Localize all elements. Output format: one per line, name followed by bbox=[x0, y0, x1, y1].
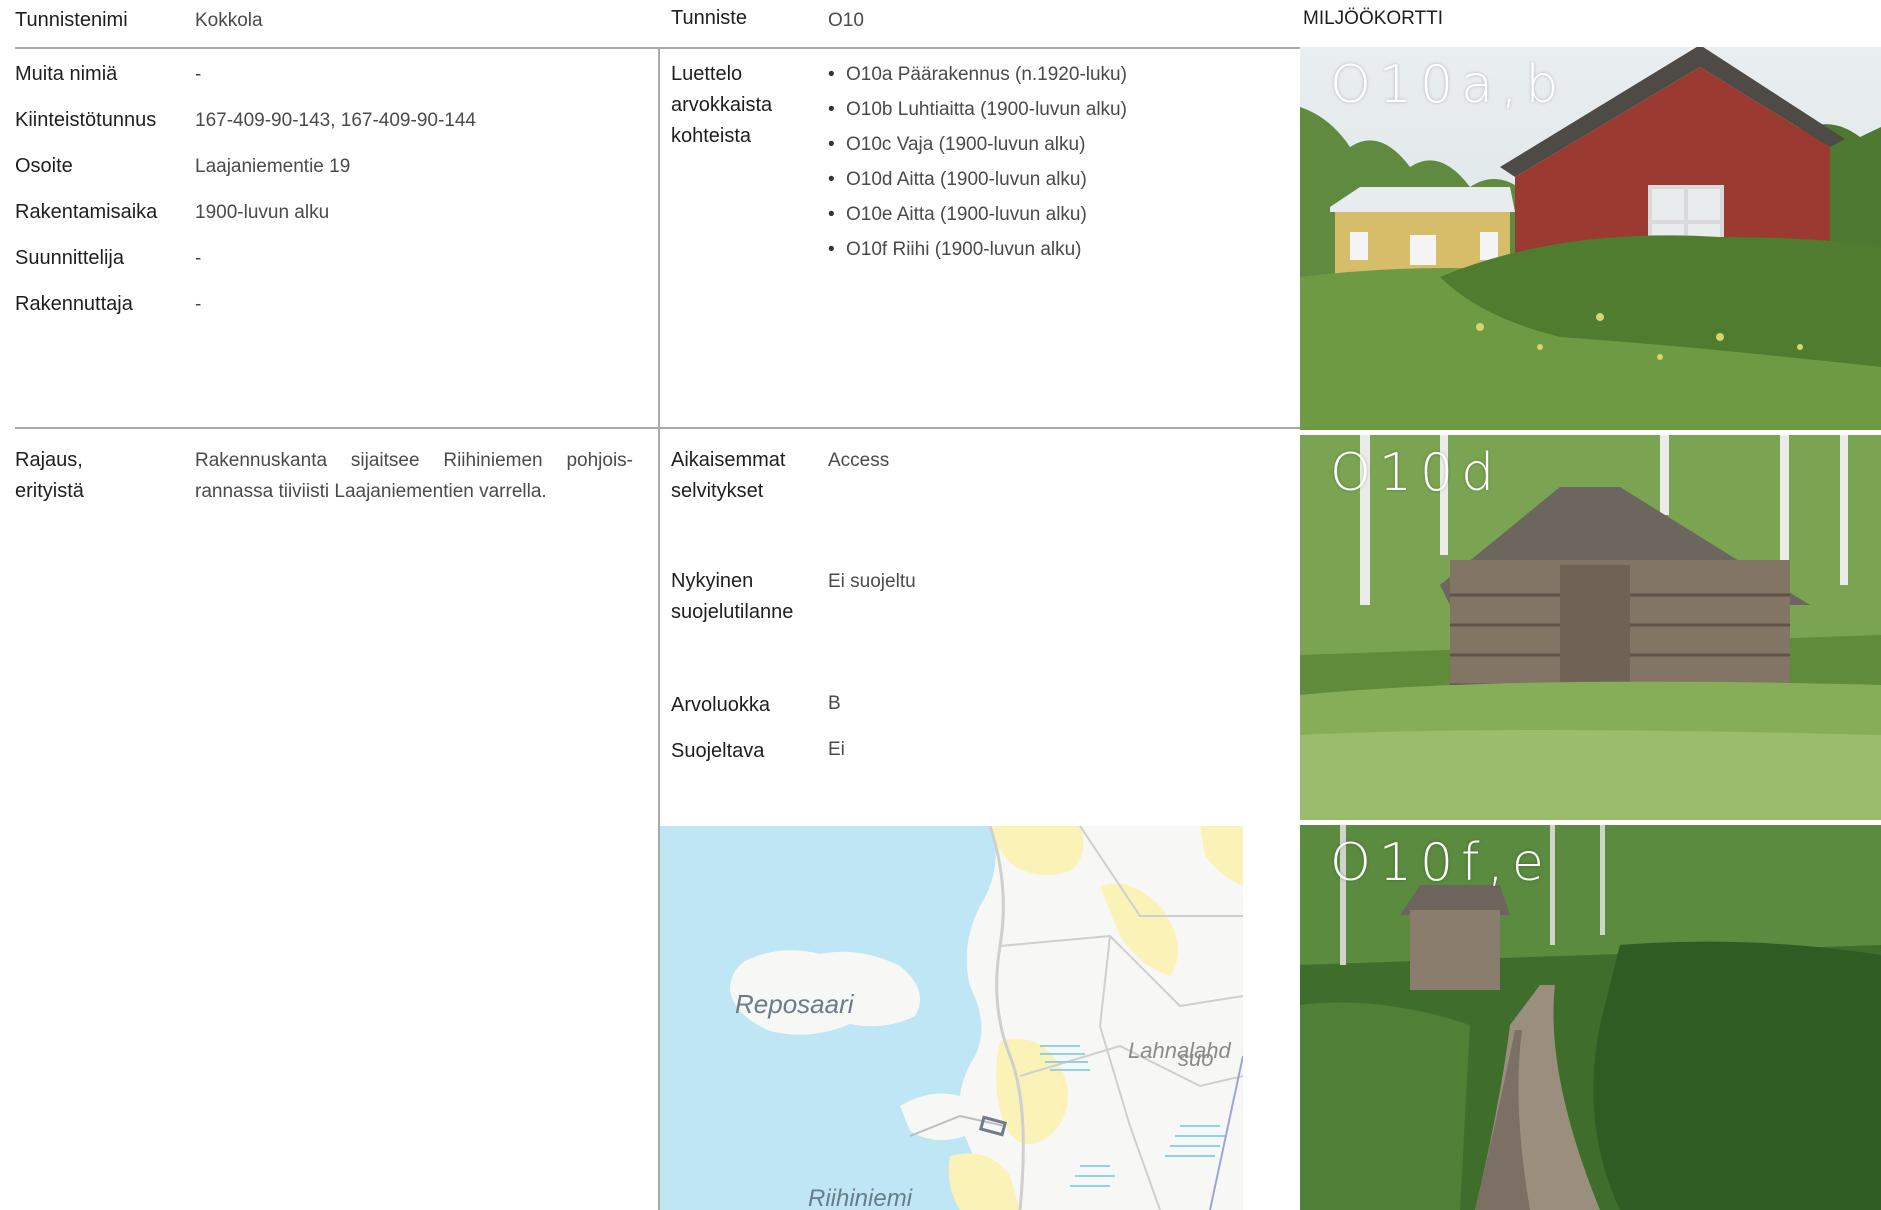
photo-o10d[interactable]: O10d bbox=[1300, 435, 1881, 820]
field-value-suunnittelija: - bbox=[195, 248, 202, 269]
field-label-rakennuttaja: Rakennuttaja bbox=[15, 293, 133, 315]
field-label-tunniste: Tunniste bbox=[671, 7, 747, 29]
photo-label-o10ab: O10a,b bbox=[1330, 55, 1567, 115]
map-label-reposaari: Reposaari bbox=[735, 989, 855, 1019]
field-value-nykyinen: Ei suojeltu bbox=[828, 571, 916, 592]
list-item: O10c Vaja (1900-luvun alku) bbox=[828, 127, 1127, 162]
field-value-tunniste: O10 bbox=[828, 10, 864, 31]
field-value-aikaisemmat: Access bbox=[828, 450, 890, 471]
field-value-muita-nimia: - bbox=[195, 64, 202, 85]
field-label-suojeltava: Suojeltava bbox=[671, 740, 765, 762]
map-label-riihiniemi: Riihiniemi bbox=[808, 1185, 913, 1210]
field-value-osoite: Laajaniementie 19 bbox=[195, 156, 351, 177]
label-line: selvitykset bbox=[671, 480, 764, 502]
description-line: rannassa tiiviisti Laajaniementien varre… bbox=[195, 481, 547, 502]
field-label-nykyinen: Nykyinen suojelutilanne bbox=[671, 566, 793, 628]
field-label-suunnittelija: Suunnittelija bbox=[15, 247, 124, 269]
photo-label-o10fe: O10f,e bbox=[1330, 833, 1552, 893]
field-value-rakennuttaja: - bbox=[195, 294, 202, 315]
label-line: erityistä bbox=[15, 480, 84, 502]
photo-o10ab[interactable]: O10a,b bbox=[1300, 47, 1881, 430]
field-label-tunnistenimi: Tunnistenimi bbox=[15, 9, 128, 31]
field-label-kiinteistotunnus: Kiinteistötunnus bbox=[15, 109, 157, 131]
list-item: O10e Aitta (1900-luvun alku) bbox=[828, 197, 1127, 232]
label-line: Luettelo bbox=[671, 63, 743, 85]
field-label-arvoluokka: Arvoluokka bbox=[671, 694, 770, 716]
photo-label-o10d: O10d bbox=[1330, 443, 1503, 503]
map-label-suo: suo bbox=[1178, 1046, 1213, 1071]
photo-o10fe[interactable]: O10f,e bbox=[1300, 825, 1881, 1210]
list-item: O10d Aitta (1900-luvun alku) bbox=[828, 162, 1127, 197]
photo-card-header: MILJÖÖKORTTI bbox=[1303, 8, 1444, 29]
field-value-rajaus: Rakennuskanta sijaitsee Riihiniemen pohj… bbox=[195, 445, 633, 507]
map-svg: Reposaari Lahnalahd suo Riihiniemi bbox=[660, 826, 1243, 1210]
field-label-luettelo: Luettelo arvokkaista kohteista bbox=[671, 59, 772, 152]
label-line: Rajaus, bbox=[15, 449, 83, 471]
field-value-tunnistenimi: Kokkola bbox=[195, 10, 263, 31]
label-line: Nykyinen bbox=[671, 570, 754, 592]
label-line: Aikaisemmat bbox=[671, 449, 786, 471]
field-value-arvoluokka: B bbox=[828, 693, 841, 714]
description-line: Rakennuskanta sijaitsee Riihiniemen pohj… bbox=[195, 450, 633, 471]
list-item: O10b Luhtiaitta (1900-luvun alku) bbox=[828, 92, 1127, 127]
field-label-osoite: Osoite bbox=[15, 155, 73, 177]
field-value-rakentamisaika: 1900-luvun alku bbox=[195, 202, 330, 223]
label-line: suojelutilanne bbox=[671, 601, 794, 623]
valuable-items-list: O10a Päärakennus (n.1920-luku) O10b Luht… bbox=[828, 57, 1127, 267]
field-label-muita-nimia: Muita nimiä bbox=[15, 63, 118, 85]
location-map[interactable]: Reposaari Lahnalahd suo Riihiniemi bbox=[660, 826, 1243, 1210]
field-label-rakentamisaika: Rakentamisaika bbox=[15, 201, 158, 223]
field-value-kiinteistotunnus: 167-409-90-143, 167-409-90-144 bbox=[195, 110, 476, 131]
list-item: O10a Päärakennus (n.1920-luku) bbox=[828, 57, 1127, 92]
field-label-aikaisemmat: Aikaisemmat selvitykset bbox=[671, 445, 785, 507]
list-item: O10f Riihi (1900-luvun alku) bbox=[828, 232, 1127, 267]
field-value-suojeltava: Ei bbox=[828, 739, 845, 760]
label-line: arvokkaista bbox=[671, 94, 773, 116]
label-line: kohteista bbox=[671, 125, 752, 147]
field-label-rajaus: Rajaus, erityistä bbox=[15, 445, 84, 507]
